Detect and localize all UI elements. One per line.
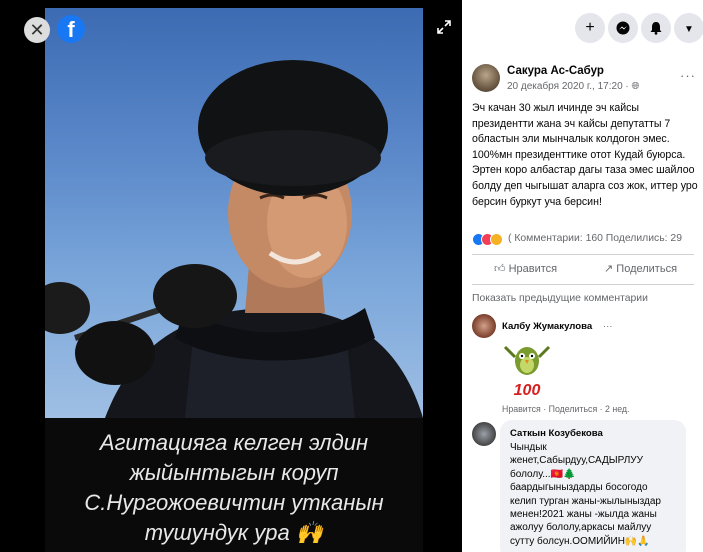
comment-line: бололу...🇰🇬🌲 bbox=[510, 468, 576, 480]
messenger-button[interactable] bbox=[608, 13, 638, 43]
comment-author[interactable]: Калбу Жумакулова ··· bbox=[502, 321, 612, 332]
account-menu-button[interactable]: ▼ bbox=[674, 13, 703, 43]
comment-line: келип турган жаны-жылыныздар bbox=[510, 495, 661, 507]
post-header: Сакура Ас-Сабур 20 декабря 2020 г., 17:2… bbox=[472, 64, 697, 98]
svg-text:100: 100 bbox=[514, 382, 541, 399]
divider bbox=[472, 254, 694, 255]
photo-caption: Агитацияга келген элдин жыйынтыгын коруп… bbox=[45, 428, 423, 548]
photo-scene bbox=[45, 8, 423, 418]
care-reaction-icon bbox=[490, 233, 503, 246]
comment-author-name: Калбу Жумакулова bbox=[502, 321, 593, 332]
post-stats: ( Комментарии: 160 Поделились: 29 bbox=[472, 233, 702, 247]
comment-avatar[interactable] bbox=[472, 314, 496, 338]
avatar[interactable] bbox=[472, 64, 500, 92]
chevron-down-icon: ▼ bbox=[684, 24, 694, 35]
create-button[interactable]: + bbox=[575, 13, 605, 43]
comment-line: баардыгыныздарды босогодо bbox=[510, 482, 648, 494]
comment-line: менен!2021 жаны -жылда жаны bbox=[510, 509, 657, 521]
comment-line: женет,Сабырдуу,САДЫРЛУУ bbox=[510, 455, 644, 467]
share-icon: ↗︎ bbox=[604, 263, 614, 275]
post-photo[interactable]: Агитацияга келген элдин жыйынтыгын коруп… bbox=[45, 8, 423, 552]
post-text: Эч качан 30 жыл ичинде эч кайсы президен… bbox=[472, 102, 698, 208]
messenger-icon bbox=[616, 21, 630, 35]
photo-viewer: Агитацияга келген элдин жыйынтыгын коруп… bbox=[0, 0, 462, 552]
post-actions: 👍︎ Нравится ↗︎ Поделиться bbox=[472, 262, 694, 278]
share-button[interactable]: ↗︎ Поделиться bbox=[604, 262, 677, 275]
plus-icon: + bbox=[585, 19, 595, 36]
post-panel: + ▼ Сакура Ас-Сабур 20 декабря 2020 г., … bbox=[462, 0, 703, 552]
comments-shares-count[interactable]: ( Комментарии: 160 Поделились: 29 bbox=[508, 233, 682, 244]
caption-line: Агитацияга келген элдин bbox=[99, 430, 369, 455]
thumbs-up-icon: 👍︎ bbox=[494, 263, 506, 275]
close-button[interactable]: ✕ bbox=[24, 17, 50, 43]
caption-line: жыйынтыгын коруп bbox=[129, 460, 339, 485]
view-previous-comments-link[interactable]: Показать предыдущие комментарии bbox=[472, 293, 648, 304]
bird-100-sticker: 100 bbox=[503, 345, 551, 399]
post-date-text: 20 декабря 2020 г., 17:20 · bbox=[507, 81, 632, 92]
comment-author-name[interactable]: Саткын Козубекова bbox=[510, 428, 603, 439]
comment-line: Чындык bbox=[510, 442, 547, 453]
like-label: Нравится bbox=[508, 263, 558, 275]
bell-icon bbox=[650, 22, 662, 35]
comment-meta[interactable]: Нравится · Поделиться · 2 нед. bbox=[502, 404, 630, 414]
caption-line: С.Нургожоевичтин утканын bbox=[84, 490, 384, 515]
share-label: Поделиться bbox=[616, 263, 678, 275]
more-options-button[interactable]: ··· bbox=[680, 68, 696, 83]
comment-text: Чындык женет,Сабырдуу,САДЫРЛУУ бололу...… bbox=[510, 441, 688, 548]
notifications-button[interactable] bbox=[641, 13, 671, 43]
comment-line: ажолуу бололу,аркасы майлуу bbox=[510, 522, 652, 534]
divider bbox=[472, 284, 694, 285]
portrait-illustration bbox=[45, 60, 423, 418]
facebook-logo[interactable]: f bbox=[57, 15, 85, 43]
post-date[interactable]: 20 декабря 2020 г., 17:20 · 🌐︎ bbox=[507, 81, 640, 92]
reaction-icons[interactable] bbox=[472, 233, 504, 247]
expand-icon[interactable] bbox=[437, 20, 451, 34]
comment-more-button[interactable]: ··· bbox=[603, 321, 613, 332]
top-bar: + ▼ bbox=[462, 0, 703, 55]
like-button[interactable]: 👍︎ Нравится bbox=[494, 262, 557, 275]
close-icon: ✕ bbox=[29, 20, 45, 40]
caption-line: тушундук ура 🙌 bbox=[144, 520, 324, 545]
author-name[interactable]: Сакура Ас-Сабур bbox=[507, 65, 604, 77]
comment-avatar[interactable] bbox=[472, 422, 496, 446]
globe-icon: 🌐︎ bbox=[631, 81, 640, 92]
photo-viewer-page: Агитацияга келген элдин жыйынтыгын коруп… bbox=[0, 0, 703, 552]
comment-line: сутту болсун.ООМИЙИН🙌🙏 bbox=[510, 535, 650, 547]
